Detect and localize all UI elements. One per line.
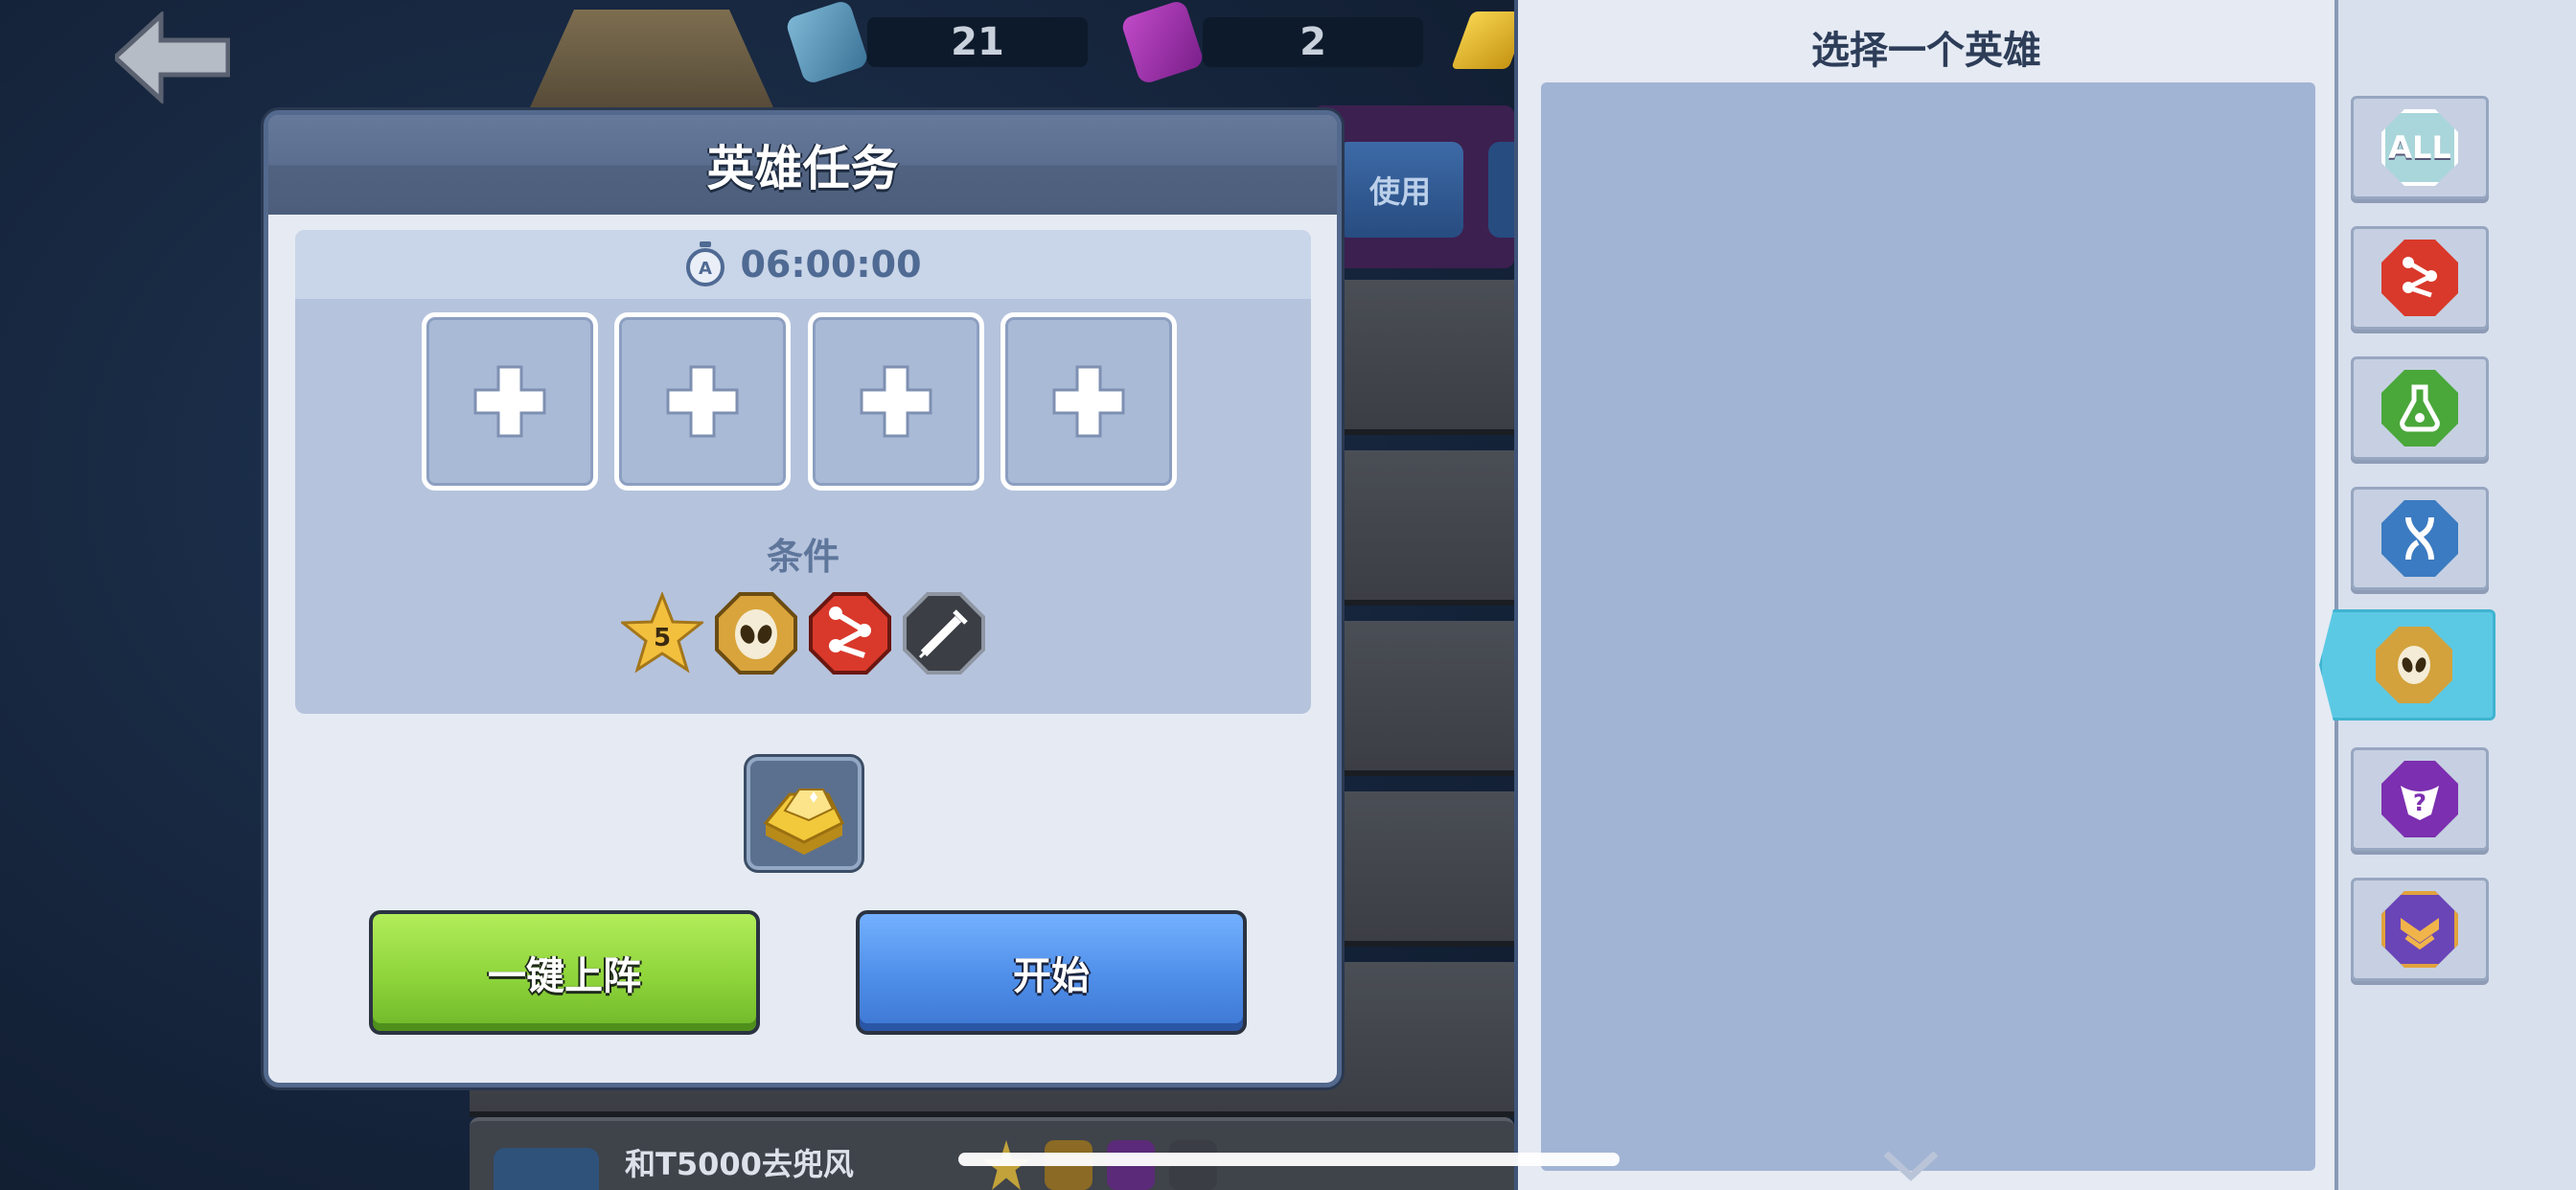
gold-bar-icon xyxy=(763,789,845,855)
conditions-list: 5 xyxy=(295,590,1311,675)
filter-tab-mystery[interactable]: ? xyxy=(2351,747,2489,851)
back-button[interactable] xyxy=(111,10,231,105)
svg-text:?: ? xyxy=(2413,790,2426,816)
hero-slot-1[interactable] xyxy=(422,312,598,491)
mystery-icon: ? xyxy=(2381,761,2458,837)
reward-item[interactable] xyxy=(747,757,862,870)
hero-slot-2[interactable] xyxy=(614,312,791,491)
list-item-title: 和T5000去兜风 xyxy=(625,1146,854,1182)
filter-tab-nodes[interactable] xyxy=(2351,226,2489,330)
plus-icon xyxy=(666,365,739,438)
alien-icon xyxy=(2376,627,2452,703)
rank-icon xyxy=(2381,891,2458,968)
flask-icon xyxy=(2381,370,2458,446)
timer-bar: A 06:00:00 xyxy=(295,230,1311,299)
auto-deploy-button[interactable]: 一键上阵 xyxy=(369,910,760,1035)
svg-text:A: A xyxy=(700,259,713,279)
start-label: 开始 xyxy=(1013,954,1090,998)
auto-deploy-label: 一键上阵 xyxy=(488,954,641,998)
star-icon: 5 xyxy=(618,590,706,675)
hero-mission-dialog: 英雄任务 A 06:00:00 条件 5 一键上阵 开始 xyxy=(264,110,1342,1087)
dna-icon xyxy=(2381,500,2458,577)
back-arrow-icon xyxy=(111,10,231,105)
currency-2-value: 2 xyxy=(1203,17,1423,67)
filter-tab-flask[interactable] xyxy=(2351,356,2489,460)
hero-select-title: 选择一个英雄 xyxy=(1811,29,2041,73)
dialog-title: 英雄任务 xyxy=(706,141,899,196)
dialog-header: 英雄任务 xyxy=(268,115,1337,215)
home-indicator[interactable] xyxy=(958,1153,1620,1166)
hero-slot-3[interactable] xyxy=(808,312,984,491)
mission-timer: 06:00:00 xyxy=(740,243,922,286)
start-button[interactable]: 开始 xyxy=(856,910,1247,1035)
filter-tab-rank[interactable] xyxy=(2351,878,2489,981)
plus-icon xyxy=(473,365,546,438)
filter-tab-all[interactable]: ALL xyxy=(2351,96,2489,199)
hero-select-panel: 选择一个英雄 xyxy=(1514,0,2338,1190)
plus-icon xyxy=(1052,365,1125,438)
use-button-label: 使用 xyxy=(1368,173,1431,210)
filter-tab-dna[interactable] xyxy=(2351,487,2489,590)
hero-list[interactable] xyxy=(1541,82,2315,1171)
nodes-icon xyxy=(809,592,891,675)
stopwatch-icon: A xyxy=(686,241,725,286)
plus-icon xyxy=(860,365,932,438)
syringe-icon xyxy=(903,592,985,675)
currency-1-value: 21 xyxy=(867,17,1088,67)
star-level-text: 5 xyxy=(654,624,671,652)
hero-slot-4[interactable] xyxy=(1000,312,1177,491)
conditions-label: 条件 xyxy=(766,536,840,578)
filter-all-label: ALL xyxy=(2388,129,2451,166)
nodes-icon xyxy=(2381,240,2458,316)
alien-icon xyxy=(715,592,797,675)
use-button[interactable]: 使用 xyxy=(1337,142,1463,238)
list-item-avatar xyxy=(494,1148,599,1190)
chevron-down-icon[interactable] xyxy=(1882,1150,1940,1182)
filter-tab-alien[interactable] xyxy=(2319,609,2496,721)
mission-panel: A 06:00:00 条件 5 xyxy=(295,230,1311,714)
